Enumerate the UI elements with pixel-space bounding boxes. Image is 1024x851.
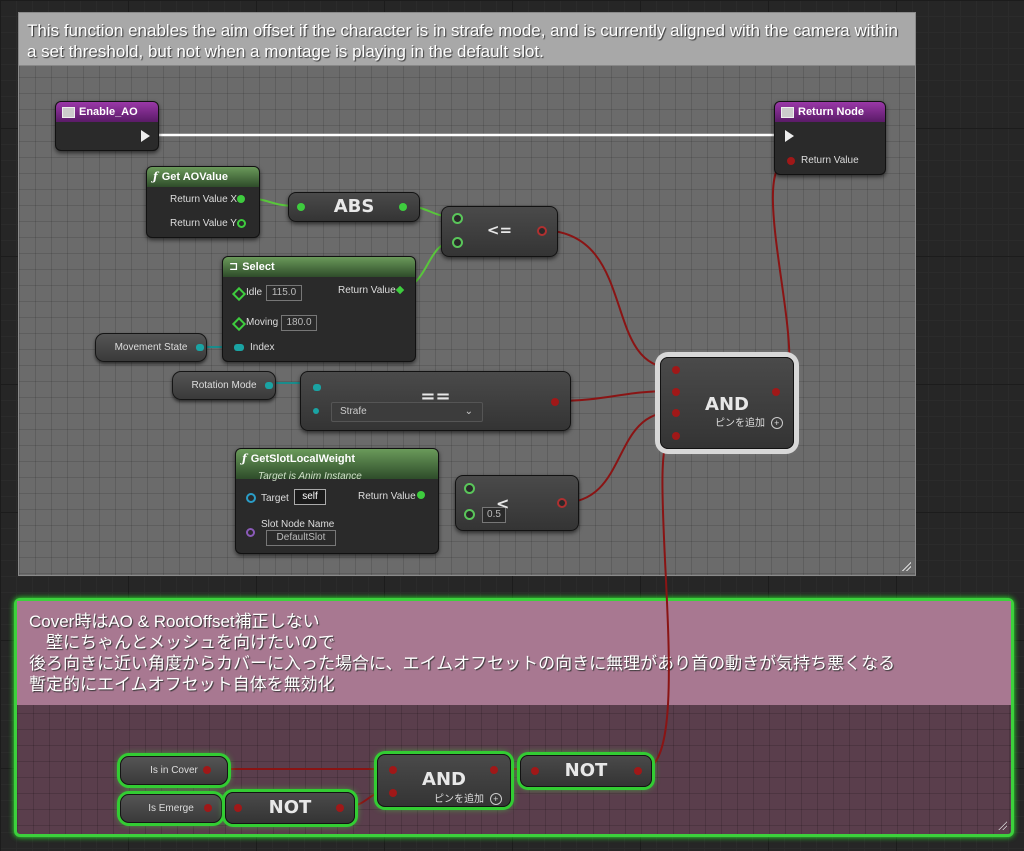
node-header: Enable_AO xyxy=(56,102,158,122)
output-pin[interactable] xyxy=(196,344,204,351)
output-pin[interactable] xyxy=(265,382,273,389)
plus-icon: + xyxy=(489,793,502,805)
output-pin[interactable] xyxy=(537,226,547,236)
input-pin[interactable] xyxy=(672,366,680,374)
output-pin[interactable] xyxy=(399,203,407,211)
node-is-in-cover[interactable]: Is in Cover xyxy=(120,756,228,785)
node-operator: < xyxy=(496,494,510,513)
pin-label: Target xyxy=(261,493,289,504)
add-pin-button[interactable]: ピンを追加 + xyxy=(715,414,783,429)
enum-dropdown[interactable]: Strafe ⌄ xyxy=(331,402,483,422)
pin-label: Moving xyxy=(246,317,279,328)
node-and-cover[interactable]: AND ピンを追加 + xyxy=(377,754,511,807)
node-not-emerge[interactable]: NOT xyxy=(225,792,355,824)
node-rotation-mode[interactable]: Rotation Mode xyxy=(172,371,276,400)
output-pin[interactable] xyxy=(490,766,498,774)
node-operator: NOT xyxy=(268,797,312,818)
function-icon: ƒ xyxy=(242,452,247,465)
select-icon: ⊐ xyxy=(229,260,239,273)
output-pin[interactable] xyxy=(772,388,780,396)
node-equal[interactable]: == Strafe ⌄ xyxy=(300,371,571,431)
bool-wire xyxy=(552,390,674,402)
dropdown-value: Strafe xyxy=(340,406,367,417)
node-is-emerge[interactable]: Is Emerge xyxy=(120,794,222,823)
node-less-equal[interactable]: <= xyxy=(441,206,558,257)
exec-in-pin[interactable] xyxy=(785,130,794,142)
output-pin[interactable] xyxy=(204,804,212,812)
variable-label: Rotation Mode xyxy=(191,380,257,391)
slot-node-name-pin[interactable] xyxy=(246,528,255,537)
node-select[interactable]: ⊐ Select Idle 115.0 Return Value Moving … xyxy=(222,256,416,362)
pin-label: Index xyxy=(250,342,275,353)
node-enable-ao[interactable]: Enable_AO xyxy=(55,101,159,151)
input-b-pin[interactable] xyxy=(313,408,319,414)
plus-icon: + xyxy=(770,417,783,429)
moving-value-input[interactable]: 180.0 xyxy=(281,315,317,331)
pin-label: Slot Node Name xyxy=(261,519,335,530)
return-value-pin[interactable] xyxy=(395,285,405,295)
node-get-ao-value[interactable]: ƒ Get AOValue Return Value X Return Valu… xyxy=(146,166,260,238)
target-pin[interactable] xyxy=(246,493,256,503)
function-icon: ƒ xyxy=(153,170,158,183)
add-pin-button[interactable]: ピンを追加 + xyxy=(434,790,502,805)
output-pin[interactable] xyxy=(551,398,559,406)
variable-label: Is Emerge xyxy=(148,803,194,814)
return-value-pin[interactable] xyxy=(417,491,425,499)
add-pin-label: ピンを追加 xyxy=(715,418,765,429)
node-header: ƒ GetSlotLocalWeight Target is Anim Inst… xyxy=(236,449,438,482)
pin-label: Idle xyxy=(246,287,263,298)
output-pin[interactable] xyxy=(557,498,567,508)
node-movement-state[interactable]: Movement State xyxy=(95,333,207,362)
input-a-pin[interactable] xyxy=(464,483,475,494)
variable-label: Is in Cover xyxy=(150,765,198,776)
node-return[interactable]: Return Node Return Value xyxy=(774,101,886,175)
node-operator: NOT xyxy=(564,760,608,781)
output-pin[interactable] xyxy=(336,804,344,812)
slot-node-name-input[interactable]: DefaultSlot xyxy=(266,530,336,546)
function-entry-icon xyxy=(62,106,75,118)
moving-pin[interactable] xyxy=(231,316,247,332)
variable-label: Movement State xyxy=(114,342,188,353)
return-value-y-pin[interactable] xyxy=(237,219,246,228)
index-pin[interactable] xyxy=(234,344,244,351)
input-pin[interactable] xyxy=(672,432,680,440)
chevron-down-icon: ⌄ xyxy=(464,406,473,417)
output-pin[interactable] xyxy=(634,767,642,775)
input-b-pin[interactable] xyxy=(464,509,475,520)
node-title: Enable_AO xyxy=(79,106,138,118)
output-pin[interactable] xyxy=(203,766,211,774)
node-less-than[interactable]: 0.5 < xyxy=(455,475,579,531)
add-pin-label: ピンを追加 xyxy=(434,794,484,805)
pin-label: Return Value Y xyxy=(170,218,237,229)
node-abs[interactable]: ABS xyxy=(288,192,420,222)
pin-label: Return Value xyxy=(801,155,859,166)
idle-pin[interactable] xyxy=(231,286,247,302)
pin-label: Return Value xyxy=(338,285,396,296)
node-header: ƒ Get AOValue xyxy=(147,167,259,187)
bool-wire xyxy=(642,433,674,770)
return-value-x-pin[interactable] xyxy=(237,195,245,203)
node-and-main[interactable]: AND ピンを追加 + xyxy=(660,357,794,449)
function-result-icon xyxy=(781,106,794,118)
return-value-pin[interactable] xyxy=(787,157,795,165)
node-title: Select xyxy=(242,261,275,273)
node-title: GetSlotLocalWeight xyxy=(250,453,356,465)
node-get-slot-local-weight[interactable]: ƒ GetSlotLocalWeight Target is Anim Inst… xyxy=(235,448,439,554)
idle-value-input[interactable]: 115.0 xyxy=(266,285,302,301)
pin-label: Return Value X xyxy=(170,194,238,205)
bool-wire xyxy=(539,229,674,369)
node-operator: AND xyxy=(705,394,749,415)
node-title: Get AOValue xyxy=(161,171,228,183)
node-subtitle: Target is Anim Instance xyxy=(258,471,362,482)
pin-label: Return Value xyxy=(358,491,416,502)
exec-out-pin[interactable] xyxy=(141,130,150,142)
node-header: Return Node xyxy=(775,102,885,122)
input-pin[interactable] xyxy=(389,789,397,797)
node-header: ⊐ Select xyxy=(223,257,415,277)
node-title: Return Node xyxy=(798,106,864,118)
node-not-cover[interactable]: NOT xyxy=(520,755,652,787)
bool-wire xyxy=(771,159,791,391)
target-value[interactable]: self xyxy=(294,489,326,505)
